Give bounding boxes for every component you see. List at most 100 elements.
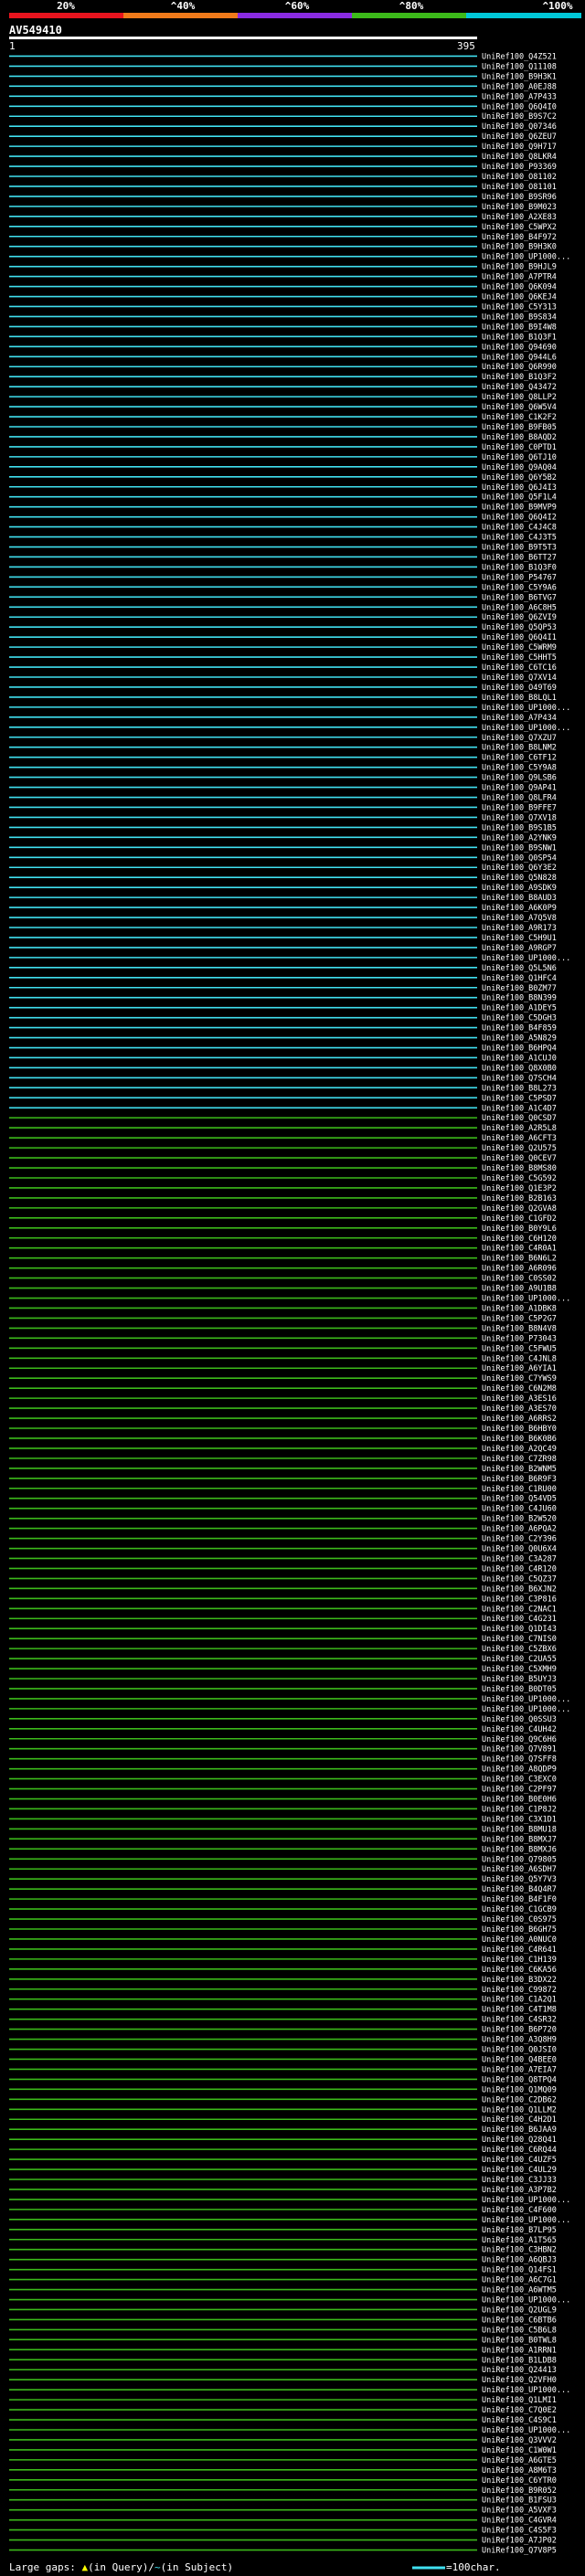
subject-label[interactable]: UniRef100_C3JJ33: [482, 2176, 557, 2185]
subject-label[interactable]: UniRef100_B8AUD3: [482, 894, 557, 903]
subject-label[interactable]: UniRef100_Q1E3P2: [482, 1184, 557, 1193]
subject-label[interactable]: UniRef100_P54767: [482, 573, 557, 582]
subject-label[interactable]: UniRef100_A9RGP7: [482, 944, 557, 953]
subject-label[interactable]: UniRef100_A6R096: [482, 1265, 557, 1274]
subject-label[interactable]: UniRef100_C4JU60: [482, 1505, 557, 1514]
subject-label[interactable]: UniRef100_B9M023: [482, 203, 557, 212]
subject-label[interactable]: UniRef100_Q8LLP2: [482, 393, 557, 402]
subject-label[interactable]: UniRef100_B0ZM77: [482, 984, 557, 993]
subject-label[interactable]: UniRef100_B9SR96: [482, 193, 557, 202]
subject-label[interactable]: UniRef100_B8L273: [482, 1084, 557, 1093]
subject-label[interactable]: UniRef100_C4UZF5: [482, 2156, 557, 2165]
subject-label[interactable]: UniRef100_A8QDP9: [482, 1765, 557, 1775]
subject-label[interactable]: UniRef100_C4T1M8: [482, 2006, 557, 2015]
subject-label[interactable]: UniRef100_C4R120: [482, 1564, 557, 1574]
subject-label[interactable]: UniRef100_C0SS02: [482, 1275, 557, 1284]
subject-label[interactable]: UniRef100_A6RRS2: [482, 1415, 557, 1424]
subject-label[interactable]: UniRef100_B2WNM5: [482, 1465, 557, 1474]
subject-label[interactable]: UniRef100_B4Q4R7: [482, 1885, 557, 1894]
subject-label[interactable]: UniRef100_Q1DI43: [482, 1625, 557, 1634]
subject-label[interactable]: UniRef100_A6SDH7: [482, 1865, 557, 1874]
subject-label[interactable]: UniRef100_C4G231: [482, 1615, 557, 1624]
subject-label[interactable]: UniRef100_B8LNM2: [482, 744, 557, 753]
subject-label[interactable]: UniRef100_C6TF12: [482, 754, 557, 763]
subject-label[interactable]: UniRef100_UP1000...: [482, 2426, 570, 2435]
subject-label[interactable]: UniRef100_C4UL29: [482, 2166, 557, 2175]
subject-label[interactable]: UniRef100_C4S9C1: [482, 2416, 557, 2425]
subject-label[interactable]: UniRef100_A6C8H5: [482, 603, 557, 612]
subject-label[interactable]: UniRef100_O81101: [482, 183, 557, 192]
subject-label[interactable]: UniRef100_Q1LMI1: [482, 2396, 557, 2405]
subject-label[interactable]: UniRef100_B0DT05: [482, 1685, 557, 1694]
subject-label[interactable]: UniRef100_A7Q5V8: [482, 914, 557, 923]
subject-label[interactable]: UniRef100_Q9LSB6: [482, 774, 557, 783]
subject-label[interactable]: UniRef100_C6H120: [482, 1235, 557, 1244]
subject-label[interactable]: UniRef100_C2UA55: [482, 1655, 557, 1664]
subject-label[interactable]: UniRef100_A0EJ88: [482, 82, 557, 91]
subject-label[interactable]: UniRef100_A3P7B2: [482, 2186, 557, 2195]
subject-label[interactable]: UniRef100_B4F972: [482, 233, 557, 242]
subject-label[interactable]: UniRef100_A5VXF3: [482, 2507, 557, 2516]
subject-label[interactable]: UniRef100_B0Y9L6: [482, 1224, 557, 1234]
subject-label[interactable]: UniRef100_C6TC16: [482, 663, 557, 673]
subject-label[interactable]: UniRef100_Q8LKR4: [482, 153, 557, 162]
subject-label[interactable]: UniRef100_A6K0P9: [482, 904, 557, 913]
subject-label[interactable]: UniRef100_A2R5L8: [482, 1124, 557, 1133]
subject-label[interactable]: UniRef100_B9I4W8: [482, 323, 557, 332]
subject-label[interactable]: UniRef100_C4R641: [482, 1945, 557, 1955]
subject-label[interactable]: UniRef100_Q5F1L4: [482, 493, 557, 503]
subject-label[interactable]: UniRef100_B6TVG7: [482, 593, 557, 602]
subject-label[interactable]: UniRef100_C7ZR98: [482, 1455, 557, 1464]
subject-label[interactable]: UniRef100_B6HBY0: [482, 1425, 557, 1434]
subject-label[interactable]: UniRef100_C5QZ37: [482, 1574, 557, 1584]
subject-label[interactable]: UniRef100_B9H3K1: [482, 72, 557, 81]
subject-label[interactable]: UniRef100_UP1000...: [482, 2386, 570, 2395]
subject-label[interactable]: UniRef100_Q3VVV2: [482, 2436, 557, 2445]
subject-label[interactable]: UniRef100_B1Q3F1: [482, 333, 557, 342]
subject-label[interactable]: UniRef100_B5UYJ3: [482, 1675, 557, 1684]
subject-label[interactable]: UniRef100_C3X1D1: [482, 1815, 557, 1824]
subject-label[interactable]: UniRef100_C4UH42: [482, 1725, 557, 1734]
subject-label[interactable]: UniRef100_A7P433: [482, 92, 557, 101]
subject-label[interactable]: UniRef100_Q6K094: [482, 283, 557, 292]
subject-label[interactable]: UniRef100_C5P2G7: [482, 1314, 557, 1323]
subject-label[interactable]: UniRef100_B2W520: [482, 1515, 557, 1524]
subject-label[interactable]: UniRef100_C5Y313: [482, 302, 557, 312]
subject-label[interactable]: UniRef100_C6BTB6: [482, 2316, 557, 2325]
subject-label[interactable]: UniRef100_A1DEY5: [482, 1004, 557, 1013]
subject-label[interactable]: UniRef100_C4S5F3: [482, 2527, 557, 2536]
subject-label[interactable]: UniRef100_Q11108: [482, 62, 557, 71]
subject-label[interactable]: UniRef100_C5ZBX6: [482, 1645, 557, 1654]
subject-label[interactable]: UniRef100_A5N829: [482, 1034, 557, 1044]
subject-label[interactable]: UniRef100_A6QBJ3: [482, 2256, 557, 2265]
subject-label[interactable]: UniRef100_P93369: [482, 163, 557, 172]
subject-label[interactable]: UniRef100_B9R052: [482, 2486, 557, 2496]
subject-label[interactable]: UniRef100_B9MVP9: [482, 504, 557, 513]
subject-label[interactable]: UniRef100_B9FFE7: [482, 803, 557, 812]
subject-label[interactable]: UniRef100_Q0CSD7: [482, 1114, 557, 1123]
subject-label[interactable]: UniRef100_A1C4D7: [482, 1104, 557, 1113]
subject-label[interactable]: UniRef100_B9T5T3: [482, 544, 557, 553]
subject-label[interactable]: UniRef100_C6N2M8: [482, 1384, 557, 1394]
subject-label[interactable]: UniRef100_Q2UGL9: [482, 2306, 557, 2315]
subject-label[interactable]: UniRef100_C2PF97: [482, 1786, 557, 1795]
subject-label[interactable]: UniRef100_B8LQL1: [482, 694, 557, 703]
subject-label[interactable]: UniRef100_C0PTD1: [482, 443, 557, 452]
subject-label[interactable]: UniRef100_C5H9U1: [482, 934, 557, 943]
subject-label[interactable]: UniRef100_Q0CEV7: [482, 1154, 557, 1163]
subject-label[interactable]: UniRef100_A3ES16: [482, 1394, 557, 1404]
subject-label[interactable]: UniRef100_Q0U6X4: [482, 1545, 557, 1554]
subject-label[interactable]: UniRef100_A8M6T3: [482, 2466, 557, 2475]
subject-label[interactable]: UniRef100_C4J4C8: [482, 524, 557, 533]
subject-label[interactable]: UniRef100_B1LDB8: [482, 2356, 557, 2365]
subject-label[interactable]: UniRef100_Q7XZU7: [482, 734, 557, 743]
subject-label[interactable]: UniRef100_Q54VD5: [482, 1495, 557, 1504]
subject-label[interactable]: UniRef100_Q4Z521: [482, 52, 557, 61]
subject-label[interactable]: UniRef100_A7JP02: [482, 2537, 557, 2546]
subject-label[interactable]: UniRef100_Q5N828: [482, 874, 557, 883]
subject-label[interactable]: UniRef100_Q9AQ04: [482, 463, 557, 472]
subject-label[interactable]: UniRef100_B4F1F0: [482, 1895, 557, 1904]
subject-label[interactable]: UniRef100_Q6J4I3: [482, 483, 557, 493]
subject-label[interactable]: UniRef100_Q6TJ10: [482, 453, 557, 462]
subject-label[interactable]: UniRef100_UP1000...: [482, 1695, 570, 1704]
